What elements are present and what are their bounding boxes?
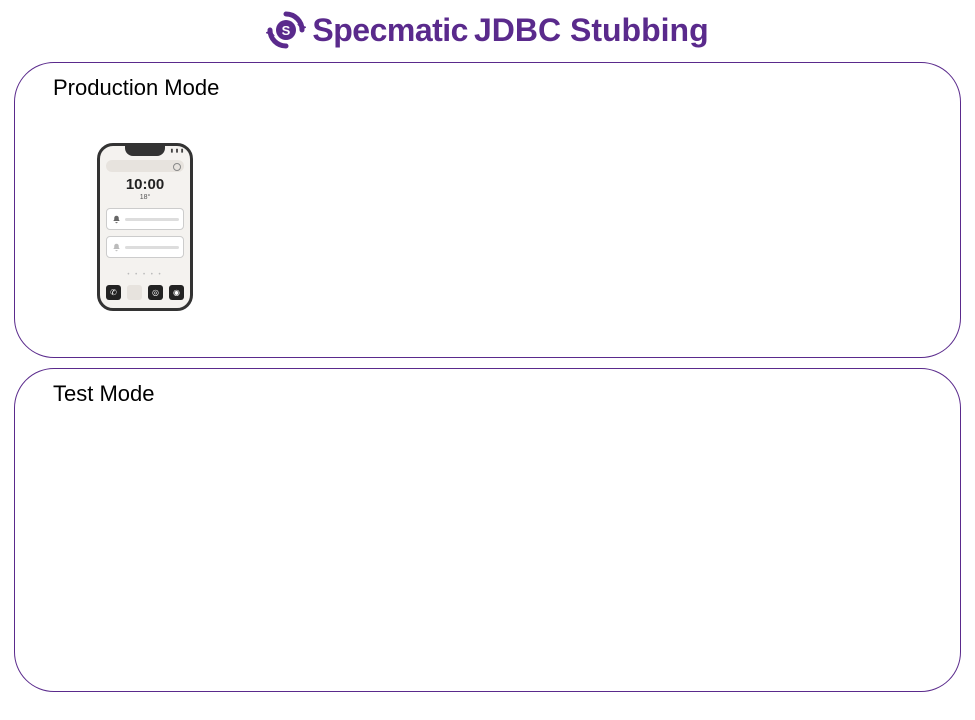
phone-page-dots: • • • • • [100, 272, 190, 278]
phone-dock-chat-icon: ◎ [148, 285, 163, 300]
phone-searchbar [106, 160, 184, 172]
phone-temp: 18° [100, 194, 190, 201]
header: S Specmatic JDBC Stubbing [0, 0, 975, 56]
production-panel-title: Production Mode [53, 75, 219, 101]
phone-notch [125, 146, 165, 156]
phone-time: 10:00 [100, 176, 190, 193]
title-text: JDBC Stubbing [474, 12, 709, 49]
brand-text: Specmatic [312, 12, 468, 49]
phone-notification-card [106, 236, 184, 258]
card-line [125, 246, 179, 249]
test-panel-title: Test Mode [53, 381, 155, 407]
phone-dock-camera-icon: ◉ [169, 285, 184, 300]
phone-mockup: ▮ ▮ ▮ 10:00 18° • • • • • ✆ ◎ ◉ [97, 143, 193, 311]
production-panel: Production Mode ▮ ▮ ▮ 10:00 18° • • • • … [14, 62, 961, 358]
phone-dock: ✆ ◎ ◉ [106, 285, 184, 300]
phone-status-icons: ▮ ▮ ▮ [170, 148, 184, 154]
card-line [125, 218, 179, 221]
bell-icon [111, 242, 121, 252]
phone-notification-card [106, 208, 184, 230]
test-panel: Test Mode [14, 368, 961, 692]
phone-dock-blank-icon [127, 285, 142, 300]
svg-text:S: S [282, 23, 291, 38]
bell-icon [111, 214, 121, 224]
phone-dock-phone-icon: ✆ [106, 285, 121, 300]
specmatic-logo-icon: S [266, 10, 306, 50]
